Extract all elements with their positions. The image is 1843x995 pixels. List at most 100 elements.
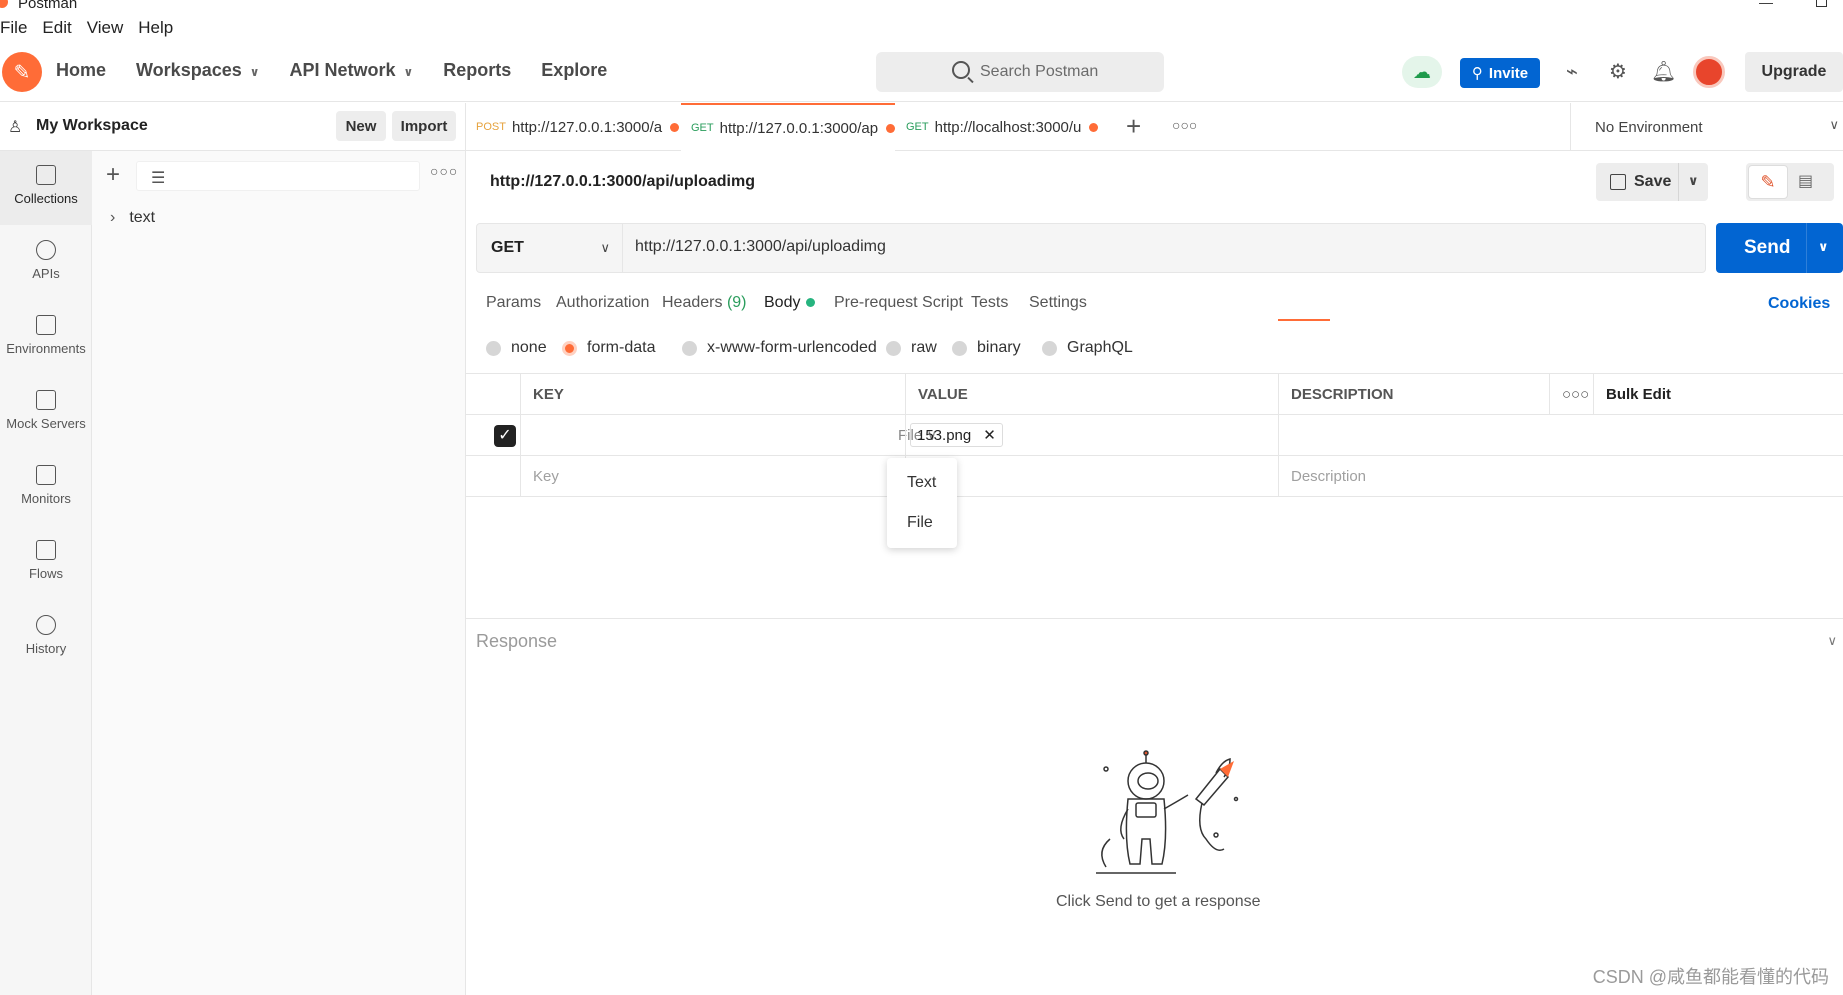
radio-label: x-www-form-urlencoded [707,339,877,356]
rail-environments[interactable]: Environments [0,301,92,375]
type-dropdown-menu: Text File [887,458,957,548]
nav-api-network-label: API Network [289,60,396,80]
minimize-icon[interactable]: — [1759,0,1773,10]
radio-x-www-form-urlencoded[interactable]: x-www-form-urlencoded [682,339,877,357]
more-options-icon[interactable]: ○○○ [1549,374,1593,414]
radio-form-data[interactable]: form-data [562,339,655,357]
add-collection-icon[interactable]: + [106,161,120,189]
radio-circle [886,340,901,356]
response-empty-message: Click Send to get a response [1056,893,1261,910]
rail-history[interactable]: History [0,601,92,675]
request-tab-active[interactable]: GET http://127.0.0.1:3000/ap [681,103,895,151]
request-tabs-bar: POST http://127.0.0.1:3000/a GET http://… [466,103,1843,151]
nav-reports[interactable]: Reports [443,60,511,81]
description-input[interactable] [1278,415,1843,455]
bell-icon[interactable]: 🔔︎ [1651,60,1676,84]
key-placeholder[interactable]: Key [520,456,905,496]
request-tab[interactable]: POST http://127.0.0.1:3000/a [466,103,680,151]
divider [1806,223,1807,273]
radio-none[interactable]: none [486,339,547,357]
chevron-down-icon[interactable]: ∨ [1827,633,1837,649]
description-placeholder[interactable]: Description [1278,456,1843,496]
tab-url: http://localhost:3000/u [934,118,1082,136]
tab-settings[interactable]: Settings [1029,294,1087,312]
tab-body[interactable]: Body [764,294,816,312]
request-tab[interactable]: GET http://localhost:3000/u [896,103,1110,151]
search-input[interactable]: Search Postman [876,52,1164,92]
nav-workspaces-label: Workspaces [136,60,242,80]
request-title[interactable]: http://127.0.0.1:3000/api/uploadimg [490,173,755,191]
menu-item-text[interactable]: Text [907,474,936,492]
more-options-icon[interactable]: ○○○ [430,163,458,179]
table-row-new: Key Value Description [466,456,1843,497]
radio-label: none [511,339,547,356]
tab-authorization[interactable]: Authorization [556,294,649,312]
postman-logo-icon[interactable]: ✎ [2,52,42,92]
radio-circle [682,340,697,356]
row-checkbox[interactable]: ✓ [494,425,516,447]
radio-label: raw [911,339,937,356]
nav-explore[interactable]: Explore [541,60,607,81]
collections-icon [36,165,56,185]
pencil-icon[interactable]: ✎ [1748,165,1788,199]
comment-icon[interactable]: ▤ [1798,171,1813,191]
rail-mock-servers[interactable]: Mock Servers [0,376,92,450]
menu-help[interactable]: Help [138,18,173,42]
radio-binary[interactable]: binary [952,339,1021,357]
method-select[interactable]: GET ∨ [477,224,623,272]
left-rail: Collections APIs Environments Mock Serve… [0,151,92,995]
collection-item[interactable]: › text [110,209,155,227]
send-button[interactable]: Send ∨ [1716,223,1843,273]
tab-headers[interactable]: Headers (9) [662,294,747,312]
rail-monitors[interactable]: Monitors [0,451,92,525]
close-icon[interactable]: ✕ [983,426,996,444]
tab-tests[interactable]: Tests [971,294,1008,312]
avatar[interactable] [1693,56,1725,88]
radio-raw[interactable]: raw [886,339,937,357]
window-title: Postman [18,0,78,12]
chevron-down-icon[interactable]: ∨ [1818,239,1829,255]
sync-status-icon[interactable]: ☁ [1402,56,1442,88]
menu-file[interactable]: File [0,18,27,42]
tab-headers-label: Headers [662,294,723,311]
tab-params[interactable]: Params [486,294,541,312]
more-tabs-icon[interactable]: ○○○ [1172,117,1197,133]
tab-method: POST [476,121,506,133]
invite-button[interactable]: ⚲ Invite [1460,58,1540,88]
radio-circle [952,340,967,356]
key-input[interactable] [520,415,905,455]
bulk-edit-button[interactable]: Bulk Edit [1593,374,1843,414]
url-input[interactable]: http://127.0.0.1:3000/api/uploadimg [635,238,886,256]
chevron-down-icon[interactable]: ∨ [1688,173,1699,189]
nav-api-network[interactable]: API Network ∨ [290,60,414,81]
collections-filter-input[interactable]: ☰ [136,161,420,191]
cookies-link[interactable]: Cookies [1768,295,1830,313]
gear-icon[interactable]: ⚙ [1606,60,1630,84]
radio-graphql[interactable]: GraphQL [1042,339,1133,357]
rail-apis[interactable]: APIs [0,226,92,300]
workspace-name[interactable]: My Workspace [36,117,148,135]
save-button[interactable]: Save ∨ [1596,163,1708,201]
menu-edit[interactable]: Edit [42,18,71,42]
nav-workspaces[interactable]: Workspaces ∨ [136,60,259,81]
nav-home[interactable]: Home [56,60,106,81]
file-chip[interactable]: 153.png ✕ [910,423,1003,447]
upgrade-button[interactable]: Upgrade [1745,52,1843,92]
menu-item-file[interactable]: File [907,514,933,532]
watermark: CSDN @咸鱼都能看懂的代码 [1592,967,1829,987]
rail-collections[interactable]: Collections [0,151,92,225]
menu-view[interactable]: View [87,18,124,42]
satellite-icon[interactable]: ⌁ [1560,60,1584,84]
mock-server-icon [36,390,56,410]
maximize-icon[interactable] [1816,0,1827,7]
value-placeholder[interactable]: Value [905,456,1278,496]
environments-icon [36,315,56,335]
import-button[interactable]: Import [392,111,456,141]
new-button[interactable]: New [336,111,386,141]
rail-flows[interactable]: Flows [0,526,92,600]
filter-icon: ☰ [151,170,166,187]
rail-label: History [25,641,67,656]
environment-selector[interactable]: No Environment ∨ [1570,103,1843,151]
new-tab-icon[interactable]: + [1126,111,1141,142]
tab-prerequest-script[interactable]: Pre-request Script [834,294,963,312]
